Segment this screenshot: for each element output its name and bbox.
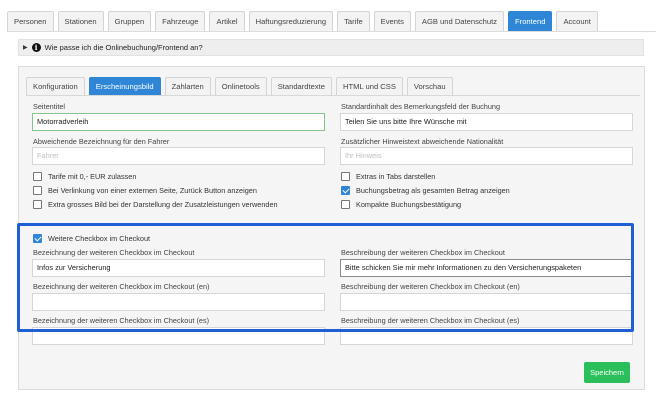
grosses-bild-label: Extra grosses Bild bei der Darstellung d…: [48, 200, 278, 209]
gesamtbetrag-checkbox[interactable]: [341, 186, 350, 195]
seitentitel-label: Seitentitel: [33, 102, 66, 111]
tab-gruppen[interactable]: Gruppen: [107, 11, 152, 31]
top-nav-tabs: Personen Stationen Gruppen Fahrzeuge Art…: [7, 11, 598, 31]
zurueck-button-checkbox-row[interactable]: Bei Verlinkung von einer externen Seite,…: [33, 186, 257, 195]
tarife-null-checkbox-row[interactable]: Tarife mit 0,- EUR zulassen: [33, 172, 136, 181]
subtab-standardtexte[interactable]: Standardtexte: [270, 77, 332, 95]
subtab-zahlarten[interactable]: Zahlarten: [164, 77, 211, 95]
help-accordion[interactable]: ▶ i Wie passe ich die Onlinebuchung/Fron…: [18, 39, 644, 56]
info-icon: i: [31, 43, 41, 52]
help-accordion-label: Wie passe ich die Onlinebuchung/Frontend…: [44, 43, 203, 52]
top-tabs-divider: [7, 31, 656, 32]
save-button[interactable]: Speichern: [584, 362, 630, 383]
grosses-bild-checkbox[interactable]: [33, 200, 42, 209]
extras-tabs-checkbox-row[interactable]: Extras in Tabs darstellen: [341, 172, 435, 181]
subtab-vorschau[interactable]: Vorschau: [406, 77, 453, 95]
tab-tarife[interactable]: Tarife: [337, 11, 370, 31]
kompakte-bestaetigung-checkbox[interactable]: [341, 200, 350, 209]
sub-nav-tabs: Konfiguration Erscheinungsbild Zahlarten…: [26, 77, 453, 95]
zurueck-button-checkbox[interactable]: [33, 186, 42, 195]
tab-frontend[interactable]: Frontend: [508, 11, 553, 31]
tab-personen[interactable]: Personen: [7, 11, 54, 31]
nationalitaet-label: Zusätzlicher Hinweistext abweichende Nat…: [341, 137, 504, 146]
tab-fahrzeuge[interactable]: Fahrzeuge: [155, 11, 206, 31]
tarife-null-checkbox[interactable]: [33, 172, 42, 181]
caret-right-icon: ▶: [23, 45, 28, 51]
extras-tabs-label: Extras in Tabs darstellen: [356, 172, 436, 181]
tab-artikel[interactable]: Artikel: [209, 11, 245, 31]
gesamtbetrag-checkbox-row[interactable]: Buchungsbetrag als gesamten Betrag anzei…: [341, 186, 510, 195]
gesamtbetrag-label: Buchungsbetrag als gesamten Betrag anzei…: [356, 186, 510, 195]
subtab-konfiguration[interactable]: Konfiguration: [26, 77, 85, 95]
subtab-erscheinungsbild[interactable]: Erscheinungsbild: [88, 77, 161, 95]
sub-tabs-divider: [26, 95, 640, 96]
tab-stationen[interactable]: Stationen: [57, 11, 104, 31]
fahrer-input[interactable]: Fahrer: [32, 147, 325, 165]
kompakte-bestaetigung-checkbox-row[interactable]: Kompakte Buchungsbestätigung: [341, 200, 461, 209]
kompakte-bestaetigung-label: Kompakte Buchungsbestätigung: [356, 200, 462, 209]
highlight-annotation-box: [17, 223, 634, 332]
subtab-onlinetools[interactable]: Onlinetools: [214, 77, 267, 95]
seitentitel-input[interactable]: Motorradverleih: [32, 113, 325, 131]
tarife-null-label: Tarife mit 0,- EUR zulassen: [48, 172, 137, 181]
zurueck-button-label: Bei Verlinkung von einer externen Seite,…: [48, 186, 257, 195]
tab-account[interactable]: Account: [556, 11, 598, 31]
tab-agb-datenschutz[interactable]: AGB und Datenschutz: [414, 11, 505, 31]
subtab-html-css[interactable]: HTML und CSS: [336, 77, 403, 95]
tab-events[interactable]: Events: [373, 11, 411, 31]
nationalitaet-input[interactable]: Ihr Hinweis: [340, 147, 633, 165]
standardinhalt-label: Standardinhalt des Bemerkungsfeld der Bu…: [341, 102, 501, 111]
tab-haftungsreduzierung[interactable]: Haftungsreduzierung: [248, 11, 334, 31]
extras-tabs-checkbox[interactable]: [341, 172, 350, 181]
grosses-bild-checkbox-row[interactable]: Extra grosses Bild bei der Darstellung d…: [33, 200, 278, 209]
standardinhalt-input[interactable]: Teilen Sie uns bitte Ihre Wünsche mit: [340, 113, 633, 131]
fahrer-label: Abweichende Bezeichnung für den Fahrer: [33, 137, 170, 146]
